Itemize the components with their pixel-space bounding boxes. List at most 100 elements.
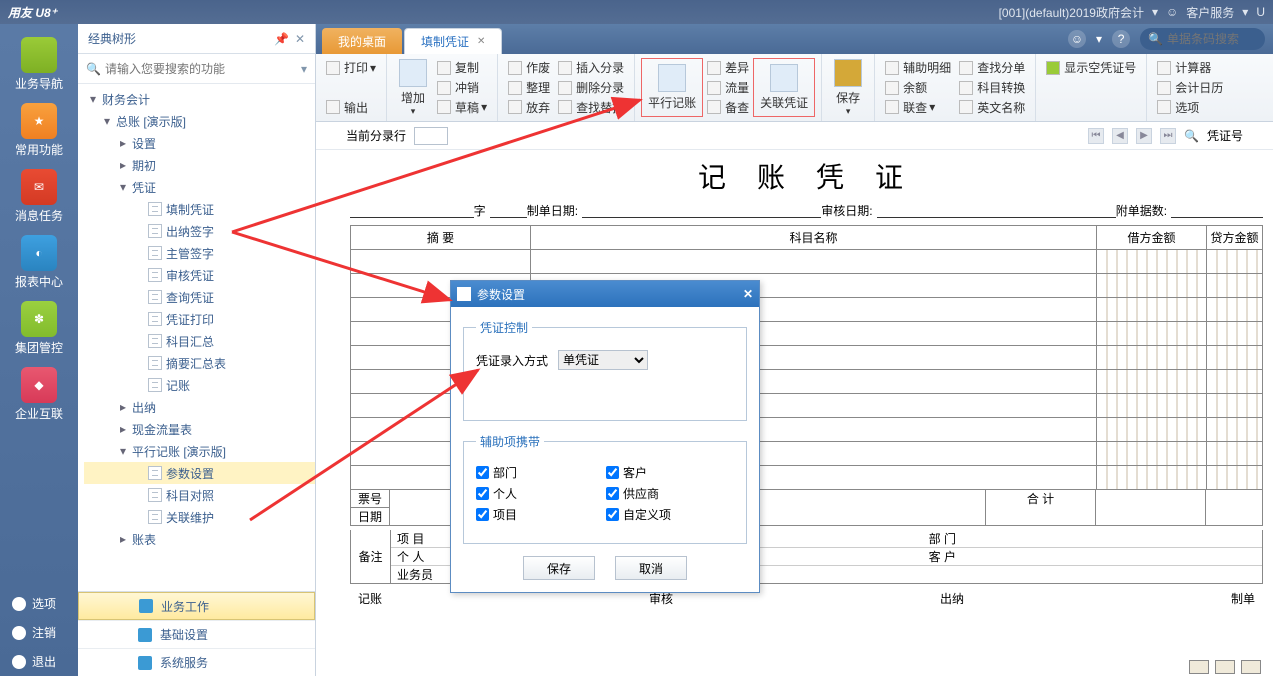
rail-exit[interactable]: 退出 xyxy=(0,647,78,676)
nav-last-icon[interactable]: ⏭ xyxy=(1160,128,1176,144)
u-menu[interactable]: U xyxy=(1256,5,1265,19)
view-icon-3[interactable] xyxy=(1241,660,1261,674)
tree-settings[interactable]: 设置 xyxy=(84,132,315,154)
tree-voucher[interactable]: 凭证 xyxy=(84,176,315,198)
ribbon-relquery[interactable]: 联查 ▾ xyxy=(883,97,953,117)
cancel-button[interactable]: 取消 xyxy=(615,556,687,580)
ribbon-backup[interactable]: 备查 xyxy=(705,97,751,117)
ribbon-showblank[interactable]: 显示空凭证号 xyxy=(1044,58,1138,78)
tree-root[interactable]: 财务会计 xyxy=(84,88,315,110)
ribbon-void[interactable]: 作废 xyxy=(506,58,552,78)
tree-manager-sign[interactable]: 主管签字 xyxy=(84,242,315,264)
dropdown-icon[interactable]: ▾ xyxy=(1096,32,1102,46)
ribbon-findsingle[interactable]: 查找分单 xyxy=(957,58,1027,78)
rail-nav[interactable]: 业务导航 xyxy=(9,34,69,94)
ribbon-copy[interactable]: 复制 xyxy=(435,58,489,78)
service-icon[interactable]: ☺ xyxy=(1166,5,1178,19)
tree-cashflow[interactable]: 现金流量表 xyxy=(84,418,315,440)
bottom-tab-sys[interactable]: 系统服务 xyxy=(78,648,315,676)
tree-subj-summary[interactable]: 科目汇总 xyxy=(84,330,315,352)
help-icon[interactable]: ? xyxy=(1112,30,1130,48)
col-debit: 借方金额 xyxy=(1097,226,1207,250)
ribbon-offset[interactable]: 冲销 xyxy=(435,78,489,98)
ribbon-findreplace[interactable]: 查找替换 xyxy=(556,97,626,117)
tree-summary-table[interactable]: 摘要汇总表 xyxy=(84,352,315,374)
rail-logout[interactable]: 注销 xyxy=(0,618,78,647)
dropdown-icon[interactable]: ▾ xyxy=(1152,5,1158,19)
tree-fill-voucher[interactable]: 填制凭证 xyxy=(84,198,315,220)
cb-custom[interactable]: 自定义项 xyxy=(606,506,726,523)
ribbon-flow[interactable]: 流量 xyxy=(705,78,751,98)
org-label[interactable]: [001](default)2019政府会计 xyxy=(999,4,1144,21)
save-button[interactable]: 保存 xyxy=(523,556,595,580)
curline-input[interactable] xyxy=(414,127,448,145)
tab-desktop[interactable]: 我的桌面 xyxy=(322,28,402,54)
ribbon-add[interactable]: 增加▾ xyxy=(393,58,433,117)
ribbon-calc[interactable]: 计算器 xyxy=(1155,58,1225,78)
rail-enterprise[interactable]: ◆企业互联 xyxy=(9,364,69,424)
close-icon[interactable]: ✕ xyxy=(295,32,305,46)
ribbon-subjconv[interactable]: 科目转换 xyxy=(957,78,1027,98)
tab-fill-voucher[interactable]: 填制凭证✕ xyxy=(404,28,502,54)
tree-subj-compare[interactable]: 科目对照 xyxy=(84,484,315,506)
ribbon-insertline[interactable]: 插入分录 xyxy=(556,58,626,78)
ribbon-output[interactable]: 输出 xyxy=(324,97,378,117)
nav-first-icon[interactable]: ⏮ xyxy=(1088,128,1104,144)
ribbon-calendar[interactable]: 会计日历 xyxy=(1155,78,1225,98)
ribbon-save[interactable]: 保存▾ xyxy=(828,58,868,117)
tree-param-setting[interactable]: 参数设置 xyxy=(84,462,315,484)
tree-initial[interactable]: 期初 xyxy=(84,154,315,176)
bottom-tab-base[interactable]: 基础设置 xyxy=(78,620,315,648)
ribbon-balance[interactable]: 余额 xyxy=(883,78,953,98)
rail-msg[interactable]: ✉消息任务 xyxy=(9,166,69,226)
dropdown-icon[interactable]: ▾ xyxy=(1242,5,1248,19)
ribbon-auxdetail[interactable]: 辅助明细 xyxy=(883,58,953,78)
ribbon-tidy[interactable]: 整理 xyxy=(506,78,552,98)
view-icon-1[interactable] xyxy=(1189,660,1209,674)
barcode-search[interactable]: 🔍 xyxy=(1140,28,1265,50)
rail-group[interactable]: ✽集团管控 xyxy=(9,298,69,358)
ribbon-abandon[interactable]: 放弃 xyxy=(506,97,552,117)
bottom-tab-work[interactable]: 业务工作 xyxy=(78,592,315,620)
cb-customer[interactable]: 客户 xyxy=(606,464,726,481)
tree-audit-voucher[interactable]: 审核凭证 xyxy=(84,264,315,286)
inputmethod-select[interactable]: 单凭证 xyxy=(558,350,648,370)
tree-cashier-sign[interactable]: 出纳签字 xyxy=(84,220,315,242)
tree-post[interactable]: 记账 xyxy=(84,374,315,396)
pin-icon[interactable]: 📌 xyxy=(274,32,289,46)
close-icon[interactable]: ✕ xyxy=(743,287,753,301)
ribbon-deleteline[interactable]: 删除分录 xyxy=(556,78,626,98)
rail-fav[interactable]: ★常用功能 xyxy=(9,100,69,160)
ribbon-option[interactable]: 选项 xyxy=(1155,97,1225,117)
col-summary: 摘 要 xyxy=(351,226,531,250)
ribbon-draft[interactable]: 草稿 ▾ xyxy=(435,97,489,117)
tree-parallel[interactable]: 平行记账 [演示版] xyxy=(84,440,315,462)
tree-cashier-node[interactable]: 出纳 xyxy=(84,396,315,418)
nav-next-icon[interactable]: ▶ xyxy=(1136,128,1152,144)
nav-prev-icon[interactable]: ◀ xyxy=(1112,128,1128,144)
view-icon-2[interactable] xyxy=(1215,660,1235,674)
search-icon[interactable]: 🔍 xyxy=(1184,129,1199,143)
cb-dept[interactable]: 部门 xyxy=(476,464,596,481)
tree-print-voucher[interactable]: 凭证打印 xyxy=(84,308,315,330)
rail-report[interactable]: ◐报表中心 xyxy=(9,232,69,292)
cb-supplier[interactable]: 供应商 xyxy=(606,485,726,502)
tree-query-voucher[interactable]: 查询凭证 xyxy=(84,286,315,308)
close-icon[interactable]: ✕ xyxy=(477,36,485,47)
rail-option[interactable]: 选项 xyxy=(0,589,78,618)
ribbon-print[interactable]: 打印 ▾ xyxy=(324,58,378,78)
customer-service[interactable]: 客户服务 xyxy=(1186,4,1234,21)
dropdown-icon[interactable]: ▾ xyxy=(301,62,307,76)
voucher-title: 记 账 凭 证 xyxy=(350,156,1263,196)
cb-project[interactable]: 项目 xyxy=(476,506,596,523)
ribbon-parallel[interactable]: 平行记账 xyxy=(641,58,703,117)
tree-rel-maint[interactable]: 关联维护 xyxy=(84,506,315,528)
tree-search-input[interactable] xyxy=(105,62,297,76)
tree-ledger[interactable]: 总账 [演示版] xyxy=(84,110,315,132)
ribbon-related[interactable]: 关联凭证 xyxy=(753,58,815,117)
cb-person[interactable]: 个人 xyxy=(476,485,596,502)
tree-accounts[interactable]: 账表 xyxy=(84,528,315,550)
smile-icon[interactable]: ☺ xyxy=(1068,30,1086,48)
ribbon-engname[interactable]: 英文名称 xyxy=(957,97,1027,117)
ribbon-diff[interactable]: 差异 xyxy=(705,58,751,78)
